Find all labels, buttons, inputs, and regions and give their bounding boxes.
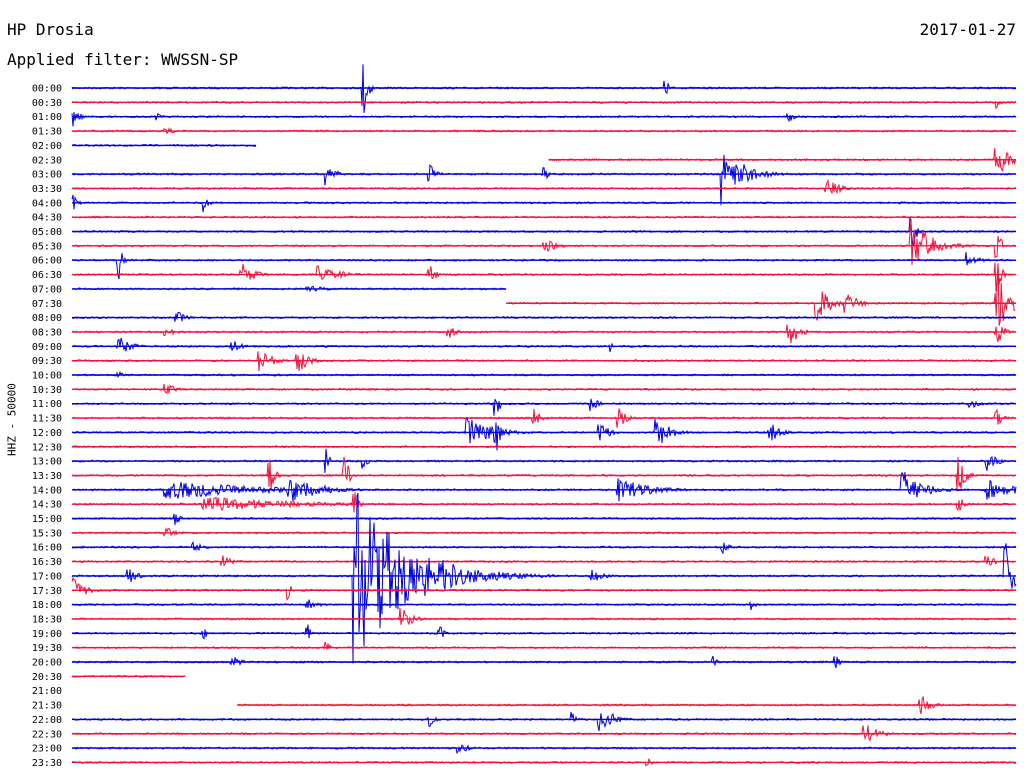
trace-line — [71, 624, 1017, 640]
time-tick-label: 16:00 — [32, 543, 62, 554]
time-tick-label: 17:00 — [32, 571, 62, 582]
trace-line — [71, 324, 1017, 344]
time-tick-label: 01:00 — [32, 112, 62, 123]
time-tick-label: 18:00 — [32, 600, 62, 611]
trace-line — [71, 711, 1017, 732]
time-tick-label: 05:00 — [32, 227, 62, 238]
trace-line — [71, 337, 1017, 353]
time-tick-label: 13:00 — [32, 457, 62, 468]
time-tick-label: 23:00 — [32, 744, 62, 755]
trace-line — [71, 513, 1017, 526]
time-tick-label: 14:00 — [32, 485, 62, 496]
time-tick-label: 10:00 — [32, 371, 62, 382]
time-tick-label: 06:30 — [32, 270, 62, 281]
time-tick-label: 15:30 — [32, 528, 62, 539]
time-tick-label: 14:30 — [32, 500, 62, 511]
trace-line — [71, 527, 1017, 538]
trace-line — [71, 217, 1017, 247]
trace-line — [71, 154, 1017, 206]
trace-line — [71, 555, 1017, 567]
time-tick-label: 09:30 — [32, 356, 62, 367]
time-tick-label: 20:30 — [32, 672, 62, 683]
time-label-group: 00:00 00:30 01:00 01:30 02:00 02:30 03:00 03:30… — [32, 84, 62, 769]
time-tick-label: 15:00 — [32, 514, 62, 525]
trace-line — [71, 725, 1017, 742]
trace-line — [71, 471, 1017, 502]
time-tick-label: 09:00 — [32, 342, 62, 353]
time-tick-label: 11:00 — [32, 399, 62, 410]
trace-line — [71, 398, 1017, 416]
time-tick-label: 23:30 — [32, 758, 62, 769]
time-tick-label: 07:00 — [32, 284, 62, 295]
time-tick-label: 19:00 — [32, 629, 62, 640]
time-tick-label: 00:00 — [32, 84, 62, 95]
time-tick-label: 12:00 — [32, 428, 62, 439]
trace-line — [71, 417, 1017, 451]
time-tick-label: 08:00 — [32, 313, 62, 324]
time-tick-label: 16:30 — [32, 557, 62, 568]
trace-line — [71, 178, 1016, 195]
time-tick-label: 22:00 — [32, 715, 62, 726]
trace-group — [71, 64, 1017, 767]
time-tick-label: 03:00 — [32, 170, 62, 181]
time-tick-label: 20:00 — [32, 658, 62, 669]
time-tick-label: 13:30 — [32, 471, 62, 482]
time-tick-label: 02:00 — [32, 141, 62, 152]
time-tick-label: 02:30 — [32, 155, 62, 166]
time-tick-label: 19:30 — [32, 643, 62, 654]
time-tick-label: 22:30 — [32, 729, 62, 740]
trace-line — [71, 112, 1017, 127]
time-tick-label: 06:00 — [32, 256, 62, 267]
time-tick-label: 10:30 — [32, 385, 62, 396]
trace-line — [71, 576, 1017, 601]
time-tick-label: 18:30 — [32, 614, 62, 625]
time-tick-label: 05:30 — [32, 241, 62, 252]
time-tick-label: 11:30 — [32, 414, 62, 425]
trace-line — [71, 607, 1017, 626]
time-tick-label: 07:30 — [32, 299, 62, 310]
time-tick-label: 04:00 — [32, 198, 62, 209]
time-tick-label: 01:30 — [32, 127, 62, 138]
time-tick-label: 21:30 — [32, 701, 62, 712]
trace-line — [71, 641, 1017, 651]
trace-line — [71, 744, 1016, 755]
time-tick-label: 21:00 — [32, 686, 62, 697]
helicorder-plot: 00:00 00:30 01:00 01:30 02:00 02:30 03:00 03:30… — [32, 64, 1017, 769]
trace-line — [71, 492, 1017, 513]
time-tick-label: 12:30 — [32, 442, 62, 453]
time-tick-label: 08:30 — [32, 327, 62, 338]
time-tick-label: 00:30 — [32, 98, 62, 109]
time-tick-label: 03:30 — [32, 184, 62, 195]
time-tick-label: 04:30 — [32, 213, 62, 224]
trace-line — [71, 262, 1017, 292]
time-tick-label: 17:30 — [32, 586, 62, 597]
trace-line — [72, 218, 1017, 265]
